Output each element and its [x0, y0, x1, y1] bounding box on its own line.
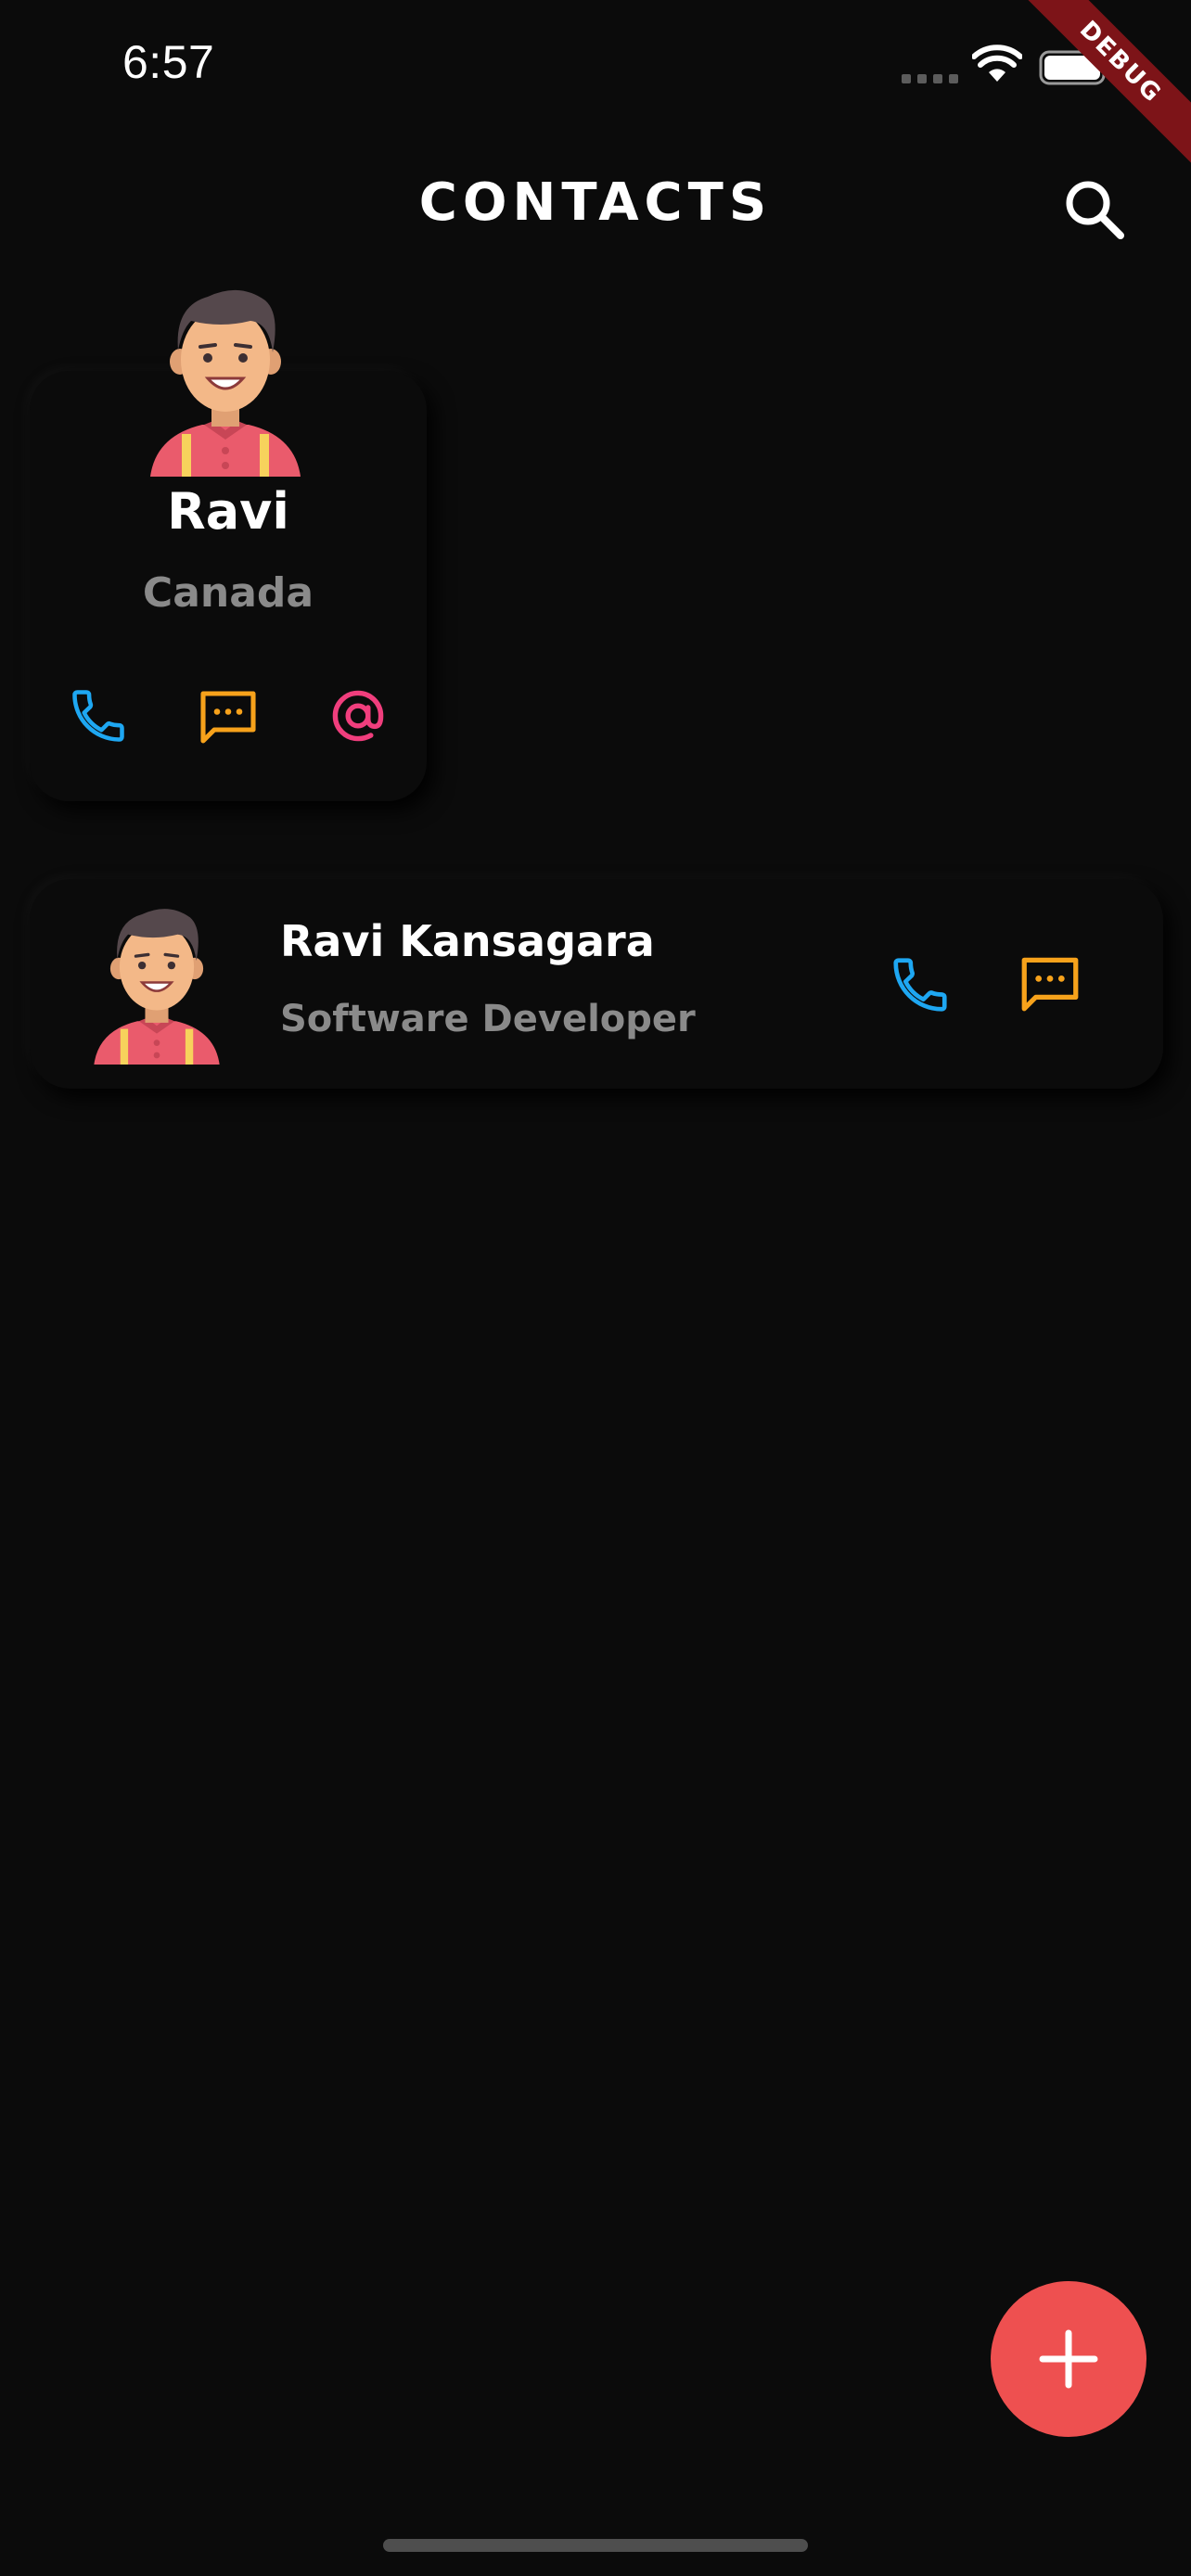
avatar — [94, 909, 220, 1065]
status-time: 6:57 — [122, 36, 215, 88]
contact-location: Canada — [142, 569, 314, 617]
message-icon — [200, 691, 256, 744]
plus-icon — [1039, 2329, 1098, 2389]
message-button[interactable] — [191, 679, 265, 753]
email-button[interactable] — [321, 679, 395, 753]
debug-banner: DEBUG — [1005, 0, 1191, 185]
search-button[interactable] — [1057, 172, 1132, 247]
call-button[interactable] — [881, 946, 959, 1024]
contact-name: Ravi Kansagara — [280, 916, 655, 966]
phone-icon — [72, 690, 124, 742]
search-icon — [1066, 181, 1124, 239]
message-button[interactable] — [1011, 944, 1089, 1022]
email-icon — [332, 690, 384, 742]
page-title: CONTACTS — [418, 172, 773, 233]
contact-name: Ravi — [167, 482, 289, 541]
phone-icon — [893, 958, 947, 1012]
call-button[interactable] — [61, 679, 135, 753]
contact-role: Software Developer — [280, 998, 696, 1040]
add-contact-button[interactable] — [991, 2281, 1146, 2437]
avatar — [150, 289, 301, 477]
debug-banner-label: DEBUG — [1006, 0, 1191, 176]
cellular-signal-icon — [902, 74, 959, 83]
message-icon — [1021, 957, 1079, 1012]
home-indicator[interactable] — [383, 2539, 808, 2552]
